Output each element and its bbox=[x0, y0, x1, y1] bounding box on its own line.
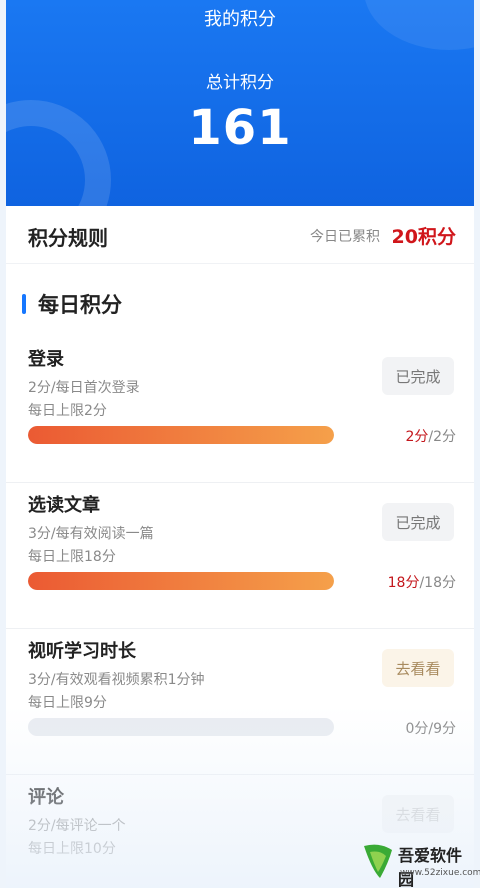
task-name: 登录 bbox=[28, 349, 64, 370]
total-points-value: 161 bbox=[188, 100, 292, 156]
points-header: 我的积分 总计积分 161 bbox=[6, 0, 474, 206]
task-item-video-learning: 视听学习时长 3分/有效观看视频累积1分钟 每日上限9分 去看看 0分/9分 bbox=[6, 629, 474, 775]
task-progress-text: 18分/18分 bbox=[388, 572, 456, 592]
task-description: 3分/有效观看视频累积1分钟 bbox=[28, 672, 205, 688]
section-accent-bar bbox=[22, 294, 26, 314]
task-progress-max: /2分 bbox=[428, 429, 456, 445]
go-watch-button[interactable]: 去看看 bbox=[382, 649, 454, 687]
task-progress-max: /18分 bbox=[419, 575, 456, 591]
task-progress-text: 0分/9分 bbox=[405, 718, 456, 738]
task-name: 选读文章 bbox=[28, 495, 100, 516]
task-progress-fill bbox=[28, 572, 334, 590]
task-description: 2分/每日首次登录 bbox=[28, 380, 140, 396]
task-progress-bar bbox=[28, 718, 334, 736]
daily-points-section-header: 每日积分 bbox=[6, 286, 474, 320]
points-card: 积分规则 今日已累积 20积分 每日积分 登录 2分/每日首次登录 每日上限2分… bbox=[6, 206, 474, 888]
section-title: 每日积分 bbox=[38, 293, 122, 317]
watermark-text: 吾爱软件园 bbox=[398, 846, 463, 888]
task-progress-bar bbox=[28, 426, 334, 444]
site-watermark: 吾爱软件园 www.52zixue.com bbox=[358, 838, 480, 888]
task-name: 视听学习时长 bbox=[28, 641, 136, 662]
task-progress-bar bbox=[28, 572, 334, 590]
watermark-logo-icon bbox=[364, 844, 392, 878]
watermark-url: www.52zixue.com bbox=[400, 868, 480, 878]
task-completed-button[interactable]: 已完成 bbox=[382, 357, 454, 395]
task-daily-limit: 每日上限2分 bbox=[28, 403, 107, 419]
task-completed-button[interactable]: 已完成 bbox=[382, 503, 454, 541]
task-item-read-articles: 选读文章 3分/每有效阅读一篇 每日上限18分 已完成 18分/18分 bbox=[6, 483, 474, 629]
task-description: 2分/每评论一个 bbox=[28, 818, 126, 834]
page-title: 我的积分 bbox=[204, 9, 276, 30]
today-accumulated-value: 20积分 bbox=[391, 226, 456, 248]
total-points-label: 总计积分 bbox=[206, 73, 274, 93]
today-accumulated-label: 今日已累积 bbox=[310, 229, 380, 245]
task-item-login: 登录 2分/每日首次登录 每日上限2分 已完成 2分/2分 bbox=[6, 337, 474, 483]
task-name: 评论 bbox=[28, 787, 64, 808]
task-description: 3分/每有效阅读一篇 bbox=[28, 526, 154, 542]
task-progress-current: 2分 bbox=[405, 429, 429, 445]
go-comment-button[interactable]: 去看看 bbox=[382, 795, 454, 833]
task-progress-max: /9分 bbox=[428, 721, 456, 737]
task-progress-text: 2分/2分 bbox=[405, 426, 456, 446]
task-daily-limit: 每日上限18分 bbox=[28, 549, 116, 565]
task-progress-current: 18分 bbox=[387, 575, 420, 591]
points-rules-row[interactable]: 积分规则 今日已累积 20积分 bbox=[6, 206, 474, 264]
task-daily-limit: 每日上限10分 bbox=[28, 841, 116, 857]
task-progress-current: 0分 bbox=[405, 721, 429, 737]
task-daily-limit: 每日上限9分 bbox=[28, 695, 107, 711]
points-rules-title: 积分规则 bbox=[28, 226, 108, 250]
task-progress-fill bbox=[28, 426, 334, 444]
